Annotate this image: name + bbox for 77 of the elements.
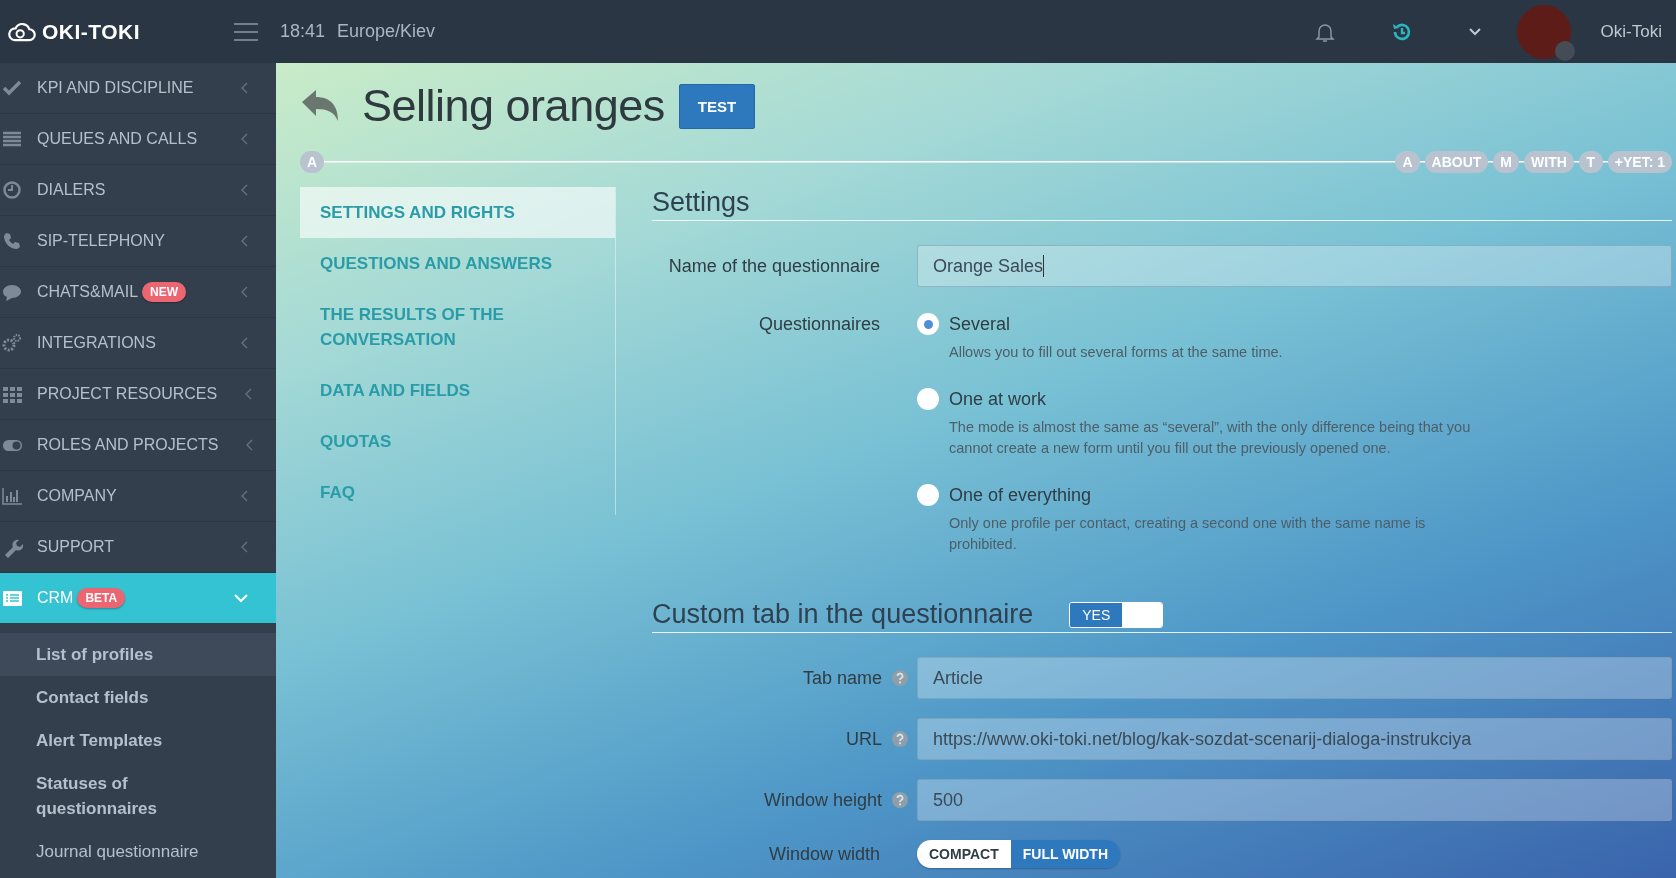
field-label: Questionnaires (757, 313, 880, 335)
chevron-down-icon (234, 593, 248, 603)
submenu-item[interactable]: Journal questionnaire (0, 830, 276, 873)
sidebar-item-label: DIALERS (37, 181, 106, 199)
radio-description: Only one profile per contact, creating a second one with the same name is prohibited. (949, 514, 1427, 554)
submenu-item[interactable]: Contact fields (0, 676, 276, 719)
clock-icon (2, 179, 23, 201)
submenu-item[interactable]: Statuses of questionnaires (0, 762, 276, 830)
sidebar-item-label: PROJECT RESOURCES (37, 385, 218, 403)
radio-label[interactable]: Several (949, 312, 1283, 336)
chevron-left-icon (241, 337, 248, 349)
badge: NEW (142, 282, 187, 302)
section-heading: Settings (652, 187, 750, 218)
field-label: Tab name (802, 667, 882, 689)
yes-toggle[interactable]: YES (1069, 601, 1164, 628)
user-name[interactable]: Oki-Toki (1600, 21, 1662, 42)
chevron-left-icon (241, 490, 248, 502)
toggle-label: YES (1070, 602, 1123, 627)
sidebar-item[interactable]: PROJECT RESOURCES (0, 369, 276, 420)
field-label: Window width (767, 843, 880, 865)
section-nav-item[interactable]: SETTINGS AND RIGHTS (300, 187, 615, 238)
chevron-left-icon (241, 541, 248, 553)
text-cursor (1043, 255, 1045, 277)
submenu-item[interactable]: Alert Templates (0, 719, 276, 762)
input-value: Orange Sales (933, 255, 1044, 277)
timezone-label: Europe/Kiev (337, 21, 436, 42)
radio-label[interactable]: One at work (949, 387, 1494, 411)
input-field[interactable]: https://www.oki-toki.net/blog/kak-sozdat-scenarij-dialoga-instrukciya (917, 718, 1672, 760)
chevron-left-icon (241, 82, 248, 94)
input-field[interactable]: Article (917, 657, 1672, 699)
chevron-left-icon (241, 184, 248, 196)
sidebar-item[interactable]: CRM BETA (0, 573, 276, 623)
section-heading: Custom tab in the questionnaire (652, 599, 1034, 630)
radio-description: The mode is almost the same as “several”, with the only difference being that you cannot create a new form until you fill out the previously opened one. (949, 418, 1472, 458)
logo-text: OKI-TOKI (42, 19, 141, 44)
sidebar-item-label: CHATS&MAIL (37, 283, 139, 301)
sidebar-item[interactable]: ROLES AND PROJECTS (0, 420, 276, 471)
badge: BETA (77, 588, 126, 608)
sidebar-item-label: SIP-TELEPHONY (37, 232, 166, 250)
test-button[interactable]: TEST (678, 83, 756, 129)
chevron-down-icon (1468, 27, 1481, 36)
sidebar-item-label: QUEUES AND CALLS (37, 130, 198, 148)
help-icon (892, 792, 908, 808)
radio-button[interactable] (917, 388, 939, 410)
name-input-field[interactable]: Orange Sales (917, 245, 1672, 287)
chevron-left-icon (246, 439, 254, 451)
sidebar-item-label: SUPPORT (37, 538, 115, 556)
clock-time: 18:41 (280, 21, 326, 42)
sidebar-item-label: INTEGRATIONS (37, 334, 156, 352)
radio-label[interactable]: One of everything (949, 483, 1494, 507)
sidebar-item-label: ROLES AND PROJECTS (37, 436, 219, 454)
submenu-item[interactable]: List of profiles (0, 633, 276, 676)
field-label: Name of the questionnaire (667, 255, 880, 277)
phone-icon (2, 230, 23, 252)
chevron-left-icon (241, 235, 248, 247)
segment-button[interactable]: FULL WIDTH (1010, 840, 1120, 868)
radio-description: Allows you to fill out several forms at the same time. (949, 343, 1283, 362)
field-label: Window height (763, 789, 882, 811)
help-icon (892, 731, 908, 747)
page-title: Selling oranges (362, 80, 665, 132)
sidebar-item-label: KPI AND DISCIPLINE (37, 79, 194, 97)
input-field[interactable]: 500 (917, 779, 1672, 821)
bar-chart-icon (2, 485, 23, 507)
field-label: URL (846, 728, 882, 750)
menu-icon (234, 22, 258, 41)
radio-button[interactable] (917, 313, 939, 335)
radio-button[interactable] (917, 484, 939, 506)
sidebar-item-label: COMPANY (37, 487, 117, 505)
cloud-icon (8, 21, 36, 42)
sidebar-item[interactable]: CHATS&MAIL NEW (0, 267, 276, 318)
status-dot (1554, 40, 1575, 61)
segment-button[interactable]: COMPACT (917, 840, 1011, 868)
chevron-left-icon (245, 388, 253, 400)
chevron-left-icon (241, 286, 248, 298)
chevron-left-icon (241, 133, 248, 145)
help-icon (892, 670, 908, 686)
sidebar-item-label: CRM (37, 589, 74, 607)
